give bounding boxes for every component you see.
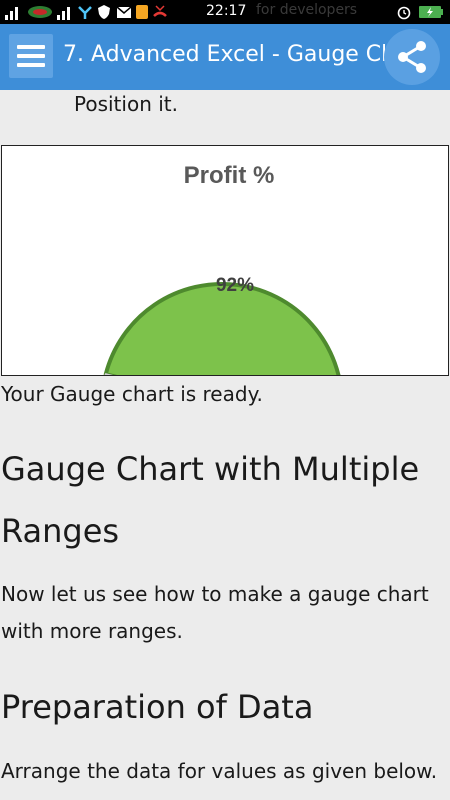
missed-call-icon	[153, 5, 167, 17]
share-icon	[398, 41, 426, 73]
status-bar: for developers 22:17	[0, 0, 450, 24]
page-title: 7. Advanced Excel - Gauge Chart	[63, 42, 385, 67]
chart-caption: Your Gauge chart is ready.	[1, 382, 263, 406]
article-content: Position it. Profit % 92% Your Gauge cha…	[0, 90, 450, 800]
position-text: Position it.	[74, 92, 178, 116]
shield-icon	[98, 5, 110, 19]
clock: 22:17	[206, 3, 247, 19]
signal-icon	[5, 7, 18, 20]
battery-charging-icon	[419, 6, 443, 18]
paragraph-preparation: Arrange the data for values as given bel…	[1, 759, 438, 783]
heading-preparation: Preparation of Data	[1, 688, 314, 726]
carrier-logo-icon	[28, 6, 52, 18]
wifi-icon	[78, 6, 92, 19]
paragraph-multiple-ranges: Now let us see how to make a gauge chart…	[1, 582, 429, 643]
chart-title: Profit %	[184, 162, 275, 189]
signal-icon	[57, 7, 70, 20]
mail-icon	[116, 6, 132, 18]
hamburger-icon	[17, 45, 45, 49]
menu-button[interactable]	[9, 34, 53, 78]
share-button[interactable]	[384, 29, 440, 85]
gauge-chart: Profit % 92%	[1, 145, 449, 376]
sim-icon	[136, 5, 148, 19]
gauge-data-label: 92%	[216, 275, 254, 296]
gauge-chart-svg: Profit % 92%	[103, 162, 341, 375]
gauge-slice-profit	[103, 282, 341, 375]
alarm-icon	[397, 6, 411, 20]
ghost-notification-text: for developers	[256, 2, 358, 18]
app-bar: 7. Advanced Excel - Gauge Chart	[0, 24, 450, 90]
heading-multiple-ranges: Gauge Chart with Multiple Ranges	[1, 450, 420, 550]
